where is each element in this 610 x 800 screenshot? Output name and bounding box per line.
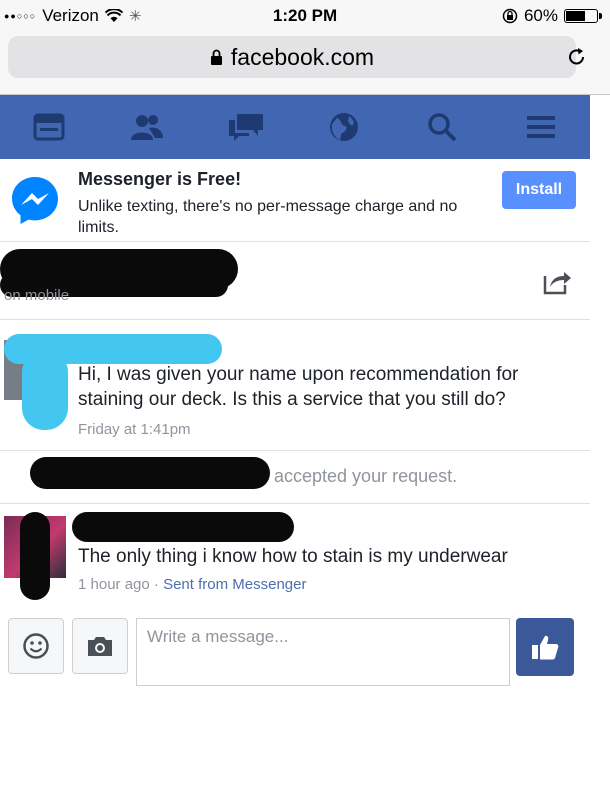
search-icon[interactable] — [422, 107, 462, 147]
messenger-logo-icon — [12, 177, 58, 224]
message-time: Friday at 1:41pm — [78, 421, 191, 438]
active-status: on mobile — [4, 287, 70, 304]
messenger-promo: Messenger is Free! Unlike texting, there… — [0, 159, 590, 242]
accepted-request-text: accepted your request. — [274, 466, 458, 486]
messages-icon[interactable] — [226, 107, 266, 147]
globe-icon[interactable] — [324, 107, 364, 147]
install-button[interactable]: Install — [502, 171, 576, 209]
url-text: facebook.com — [230, 43, 375, 70]
battery-percent: 60% — [523, 6, 558, 25]
redacted-sender — [72, 512, 294, 542]
thumbs-up-icon — [532, 635, 559, 660]
redacted-avatar — [22, 350, 68, 430]
promo-body: Unlike texting, there's no per-message c… — [78, 198, 458, 236]
reply-text: The only thing i know how to stain is my… — [78, 546, 508, 567]
meta-separator: · — [149, 576, 164, 593]
message-text: Hi, I was given your name upon recommend… — [78, 364, 519, 410]
sent-from-messenger-link[interactable]: Sent from Messenger — [163, 576, 306, 593]
reply-meta: 1 hour ago · Sent from Messenger — [78, 576, 306, 593]
reload-icon[interactable] — [566, 46, 588, 68]
redacted-avatar — [20, 512, 50, 600]
lock-icon — [210, 49, 222, 65]
reply-time: 1 hour ago — [78, 576, 150, 593]
address-bar[interactable]: facebook.com — [8, 36, 576, 78]
rotation-lock-icon — [502, 8, 518, 24]
emoji-button[interactable] — [8, 618, 64, 674]
browser-chrome: facebook.com — [0, 32, 610, 95]
camera-button[interactable] — [72, 618, 128, 674]
friends-icon[interactable] — [127, 107, 167, 147]
message-input[interactable] — [136, 618, 510, 686]
menu-icon[interactable] — [521, 107, 561, 147]
like-button[interactable] — [516, 618, 574, 676]
redacted-name — [30, 457, 270, 489]
news-feed-icon[interactable] — [29, 107, 69, 147]
share-icon[interactable] — [542, 267, 572, 295]
thread-header: on mobile — [0, 241, 590, 320]
battery-icon — [564, 9, 602, 23]
status-bar: ●●○○○ Verizon ✳ 1:20 PM 60% — [0, 0, 610, 32]
system-notice: accepted your request. — [0, 451, 590, 504]
smiley-icon — [23, 633, 49, 659]
reply-message: The only thing i know how to stain is my… — [0, 504, 590, 604]
message-item: Hi, I was given your name upon recommend… — [0, 320, 590, 451]
promo-title: Messenger is Free! — [78, 169, 242, 189]
battery-info: 60% — [502, 6, 602, 26]
facebook-navbar — [0, 95, 590, 159]
camera-icon — [88, 637, 112, 656]
